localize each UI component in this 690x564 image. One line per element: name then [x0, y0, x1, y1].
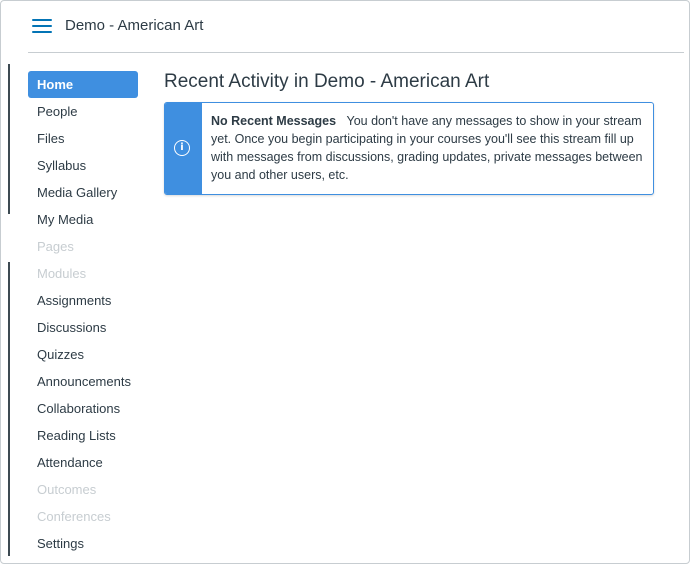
nav-item-reading-lists[interactable]: Reading Lists	[28, 422, 138, 449]
alert-message: No Recent Messages You don't have any me…	[211, 112, 643, 184]
nav-item-syllabus[interactable]: Syllabus	[28, 152, 138, 179]
left-edge-bar	[8, 262, 10, 556]
hamburger-line	[32, 31, 52, 33]
app-window: Demo - American Art Home People Files Sy…	[0, 0, 690, 564]
nav-item-pages: Pages	[37, 239, 74, 254]
info-icon: i	[174, 140, 190, 156]
nav-item-conferences: Conferences	[37, 509, 111, 524]
hamburger-menu-icon[interactable]	[32, 18, 52, 34]
nav-item-announcements[interactable]: Announcements	[28, 368, 138, 395]
nav-item-modules: Modules	[37, 266, 87, 281]
nav-item-media-gallery[interactable]: Media Gallery	[28, 179, 138, 206]
header-divider	[28, 52, 684, 53]
nav-item-discussions[interactable]: Discussions	[28, 314, 138, 341]
nav-item-assignments[interactable]: Assignments	[28, 287, 138, 314]
alert-icon-strip: i	[165, 103, 202, 194]
left-edge-bar	[8, 64, 10, 214]
nav-item-outcomes: Outcomes	[37, 482, 97, 497]
course-header: Demo - American Art	[1, 1, 689, 52]
course-title[interactable]: Demo - American Art	[65, 17, 203, 34]
no-messages-alert: i No Recent Messages You don't have any …	[164, 102, 654, 195]
nav-item-settings[interactable]: Settings	[28, 530, 138, 557]
nav-item-files[interactable]: Files	[28, 125, 138, 152]
nav-item-quizzes[interactable]: Quizzes	[28, 341, 138, 368]
nav-item-people[interactable]: People	[28, 98, 138, 125]
course-navigation: Home People Files Syllabus Media Gallery…	[28, 71, 138, 557]
nav-item-collaborations[interactable]: Collaborations	[28, 395, 138, 422]
hamburger-line	[32, 25, 52, 27]
alert-spacer	[340, 114, 347, 128]
nav-item-attendance[interactable]: Attendance	[28, 449, 138, 476]
nav-item-my-media[interactable]: My Media	[28, 206, 138, 233]
page-title: Recent Activity in Demo - American Art	[164, 71, 490, 92]
alert-title: No Recent Messages	[211, 114, 337, 128]
nav-item-home[interactable]: Home	[28, 71, 138, 98]
hamburger-line	[32, 19, 52, 21]
